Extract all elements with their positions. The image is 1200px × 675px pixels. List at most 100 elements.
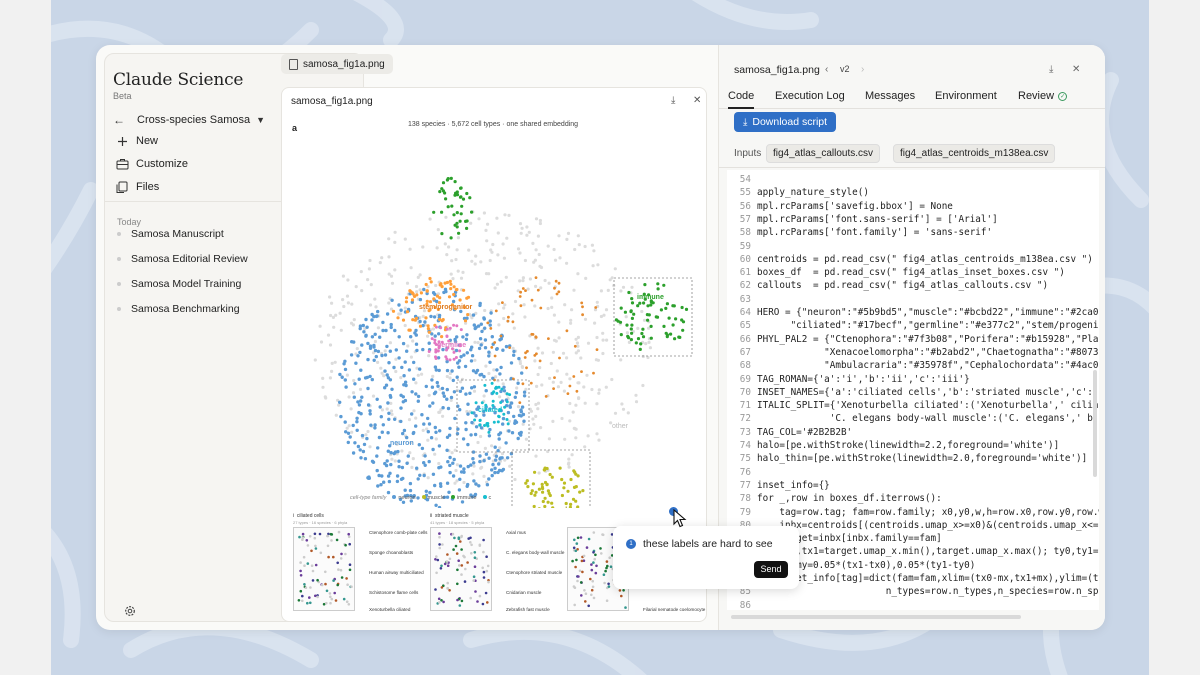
scatter-point	[451, 299, 456, 304]
scatter-point	[678, 335, 682, 339]
scatter-point	[642, 318, 647, 322]
history-item[interactable]: Samosa Model Training	[117, 276, 241, 292]
scatter-point	[338, 400, 342, 404]
input-file-chip[interactable]: fig4_atlas_callouts.csv	[766, 144, 881, 163]
scatter-point	[359, 368, 363, 372]
send-button[interactable]: Send	[754, 561, 788, 578]
scatter-point	[426, 416, 430, 421]
scatter-point	[537, 252, 541, 257]
inset-point	[584, 600, 587, 603]
files-button[interactable]: Files	[115, 178, 159, 196]
scatter-point	[426, 334, 430, 338]
vertical-scrollbar[interactable]	[1093, 370, 1097, 477]
inset-ciliated: i ciliated cells 27 types · 16 species ·…	[291, 513, 427, 621]
tab-review[interactable]: Review ✓	[1018, 90, 1068, 109]
scatter-point	[518, 222, 523, 226]
scatter-point	[455, 463, 459, 467]
scatter-point	[330, 361, 334, 365]
scatter-point	[566, 392, 570, 395]
scatter-point	[339, 328, 343, 332]
scatter-point	[432, 297, 436, 301]
code-line: 70 INSET_NAMES={'a':'ciliated cells','b':…	[727, 387, 1099, 400]
tab-code[interactable]: Code	[728, 90, 755, 109]
scatter-point	[567, 461, 571, 465]
tab-messages[interactable]: Messages	[865, 90, 915, 109]
comment-text[interactable]: these labels are hard to see	[643, 538, 773, 550]
scatter-point	[482, 474, 486, 478]
scatter-point	[506, 319, 510, 323]
inset-point	[436, 558, 440, 562]
code-line: 73 TAG_COL='#2B2B2B'	[727, 427, 852, 440]
inset-point	[584, 592, 588, 595]
scatter-point	[505, 236, 509, 240]
next-version-icon[interactable]: ›	[861, 64, 864, 75]
inset-point	[454, 544, 458, 548]
line-number: 60	[739, 253, 751, 265]
history-item[interactable]: Samosa Benchmarking	[117, 301, 240, 317]
download-script-button[interactable]: ⤓ Download script	[734, 112, 836, 132]
prev-version-icon[interactable]: ‹	[825, 64, 828, 75]
scatter-point	[625, 323, 629, 327]
customize-button[interactable]: Customize	[115, 155, 188, 173]
back-arrow-icon[interactable]: ←	[113, 113, 127, 127]
scatter-point	[397, 312, 401, 316]
scatter-point	[358, 387, 363, 391]
scatter-point	[533, 359, 537, 363]
scatter-point	[474, 425, 479, 429]
close-icon[interactable]: ✕	[1072, 64, 1080, 75]
scatter-point	[531, 482, 535, 486]
new-button[interactable]: New	[115, 132, 158, 150]
scatter-point	[408, 488, 413, 493]
scatter-point	[449, 287, 453, 291]
inset-point	[456, 598, 459, 602]
horizontal-scrollbar[interactable]	[731, 615, 1021, 619]
scatter-point	[478, 459, 482, 464]
scatter-point	[393, 230, 397, 234]
scatter-point	[509, 361, 514, 365]
tab-execution-log[interactable]: Execution Log	[775, 90, 845, 109]
scatter-point	[553, 286, 556, 290]
scatter-point	[522, 419, 526, 423]
input-file-chip[interactable]: fig4_atlas_centroids_m138ea.csv	[893, 144, 1056, 163]
inset-point	[590, 568, 594, 572]
inset-point	[306, 562, 310, 565]
scatter-point	[671, 323, 675, 327]
code-text: PHYL_PAL2 = {"Ctenophora":"#7f3b08","Por…	[757, 333, 1099, 345]
scatter-point	[602, 313, 606, 317]
download-icon[interactable]: ⤓	[1049, 64, 1053, 75]
scatter-point	[547, 337, 550, 340]
history-item[interactable]: Samosa Manuscript	[117, 226, 224, 242]
scatter-point	[524, 351, 527, 355]
chevron-down-icon[interactable]: ▼	[256, 115, 265, 125]
scatter-point	[549, 361, 553, 366]
inset-point	[328, 592, 332, 595]
scatter-point	[476, 341, 480, 345]
scatter-point	[498, 372, 502, 376]
settings-gear-icon[interactable]	[123, 604, 137, 618]
inset-callout: Human airway multiciliated	[369, 570, 424, 575]
scatter-point	[554, 279, 558, 283]
scatter-point	[613, 267, 617, 271]
inset-title: ii striated muscle	[430, 513, 469, 519]
scatter-point	[368, 445, 372, 449]
scatter-point	[405, 461, 409, 465]
comment-number-badge: 1	[626, 539, 636, 549]
scatter-point	[632, 312, 636, 316]
inset-point	[297, 599, 301, 602]
inset-point	[602, 573, 606, 576]
scatter-point	[596, 358, 600, 362]
file-tab[interactable]: samosa_fig1a.png	[281, 54, 393, 74]
history-item-label: Samosa Editorial Review	[131, 253, 248, 265]
scatter-point	[662, 324, 666, 328]
code-tabs: Code Execution Log Messages Environment …	[719, 87, 1105, 109]
tab-environment[interactable]: Environment	[935, 90, 997, 109]
scatter-point	[342, 362, 346, 366]
scatter-point	[480, 401, 484, 405]
history-item[interactable]: Samosa Editorial Review	[117, 251, 248, 267]
scatter-point	[421, 245, 425, 249]
code-text: boxes_df = pd.read_csv(" fig4_atlas_inse…	[757, 267, 1065, 279]
scatter-point	[394, 348, 398, 352]
scatter-point	[399, 419, 403, 424]
inset-point	[478, 544, 482, 547]
inset-point	[301, 536, 305, 539]
